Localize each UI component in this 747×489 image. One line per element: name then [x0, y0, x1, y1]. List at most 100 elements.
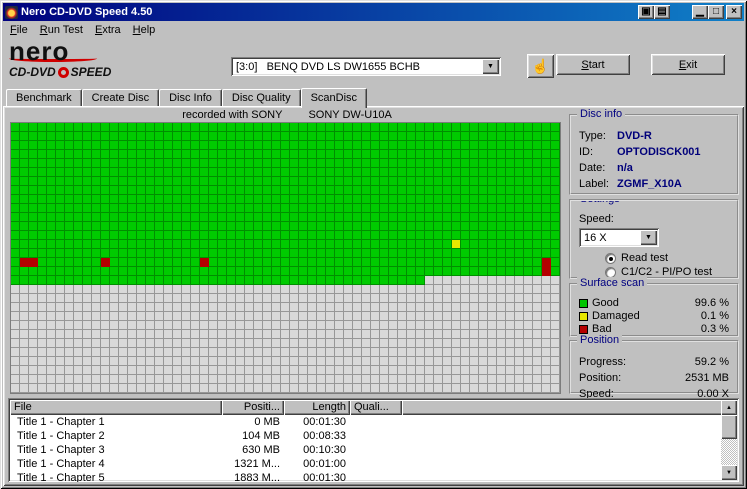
position-label: Position: — [579, 372, 622, 384]
scan-cell — [470, 330, 479, 339]
scrollbar-thumb[interactable] — [721, 415, 737, 439]
scan-cell — [434, 204, 443, 213]
scan-cell — [344, 249, 353, 258]
scan-grid-row — [11, 330, 560, 339]
radio-option-read-test[interactable]: Read test — [577, 251, 731, 265]
scan-cell — [416, 348, 425, 357]
scan-cell — [101, 168, 110, 177]
table-row[interactable]: Title 1 - Chapter 2 104 MB 00:08:33 — [10, 429, 737, 443]
scan-cell — [29, 375, 38, 384]
scan-cell — [407, 294, 416, 303]
table-header-positi[interactable]: Positi... — [222, 400, 284, 415]
scan-cell — [425, 258, 434, 267]
menu-item-run-test[interactable]: Run Test — [34, 23, 89, 37]
scan-cell — [236, 249, 245, 258]
scan-cell — [65, 249, 74, 258]
scan-cell — [533, 375, 542, 384]
scan-grid-row — [11, 267, 560, 276]
scan-cell — [299, 168, 308, 177]
scan-cell — [425, 285, 434, 294]
chevron-down-icon[interactable]: ▼ — [640, 230, 657, 245]
scan-cell — [371, 141, 380, 150]
scan-cell — [344, 123, 353, 132]
eject-button[interactable]: ☝ — [527, 54, 554, 78]
table-header-quali[interactable]: Quali... — [350, 400, 402, 415]
menu-item-help[interactable]: Help — [127, 23, 162, 37]
scan-cell — [272, 339, 281, 348]
scan-cell — [281, 366, 290, 375]
scan-cell — [119, 285, 128, 294]
tab-create-disc[interactable]: Create Disc — [81, 89, 160, 106]
scan-cell — [488, 186, 497, 195]
scan-cell — [407, 231, 416, 240]
scan-cell — [200, 303, 209, 312]
table-row[interactable]: Title 1 - Chapter 10 MB 00:01:30 — [10, 415, 737, 429]
minimize-button[interactable]: ▁ — [692, 5, 708, 19]
table-row[interactable]: Title 1 - Chapter 3 630 MB 00:10:30 — [10, 443, 737, 457]
scan-cell — [407, 348, 416, 357]
scan-cell — [155, 168, 164, 177]
menu-item-file[interactable]: File — [4, 23, 34, 37]
scan-cell — [506, 213, 515, 222]
titlebar-extra-button-2[interactable]: ▤ — [654, 5, 670, 19]
scan-cell — [461, 177, 470, 186]
scan-cell — [353, 132, 362, 141]
speed-select[interactable]: 16 X ▼ — [579, 228, 659, 247]
maximize-button[interactable]: □ — [708, 5, 724, 19]
scan-cell — [380, 168, 389, 177]
table-row[interactable]: Title 1 - Chapter 5 1883 M... 00:01:30 — [10, 471, 737, 482]
scan-cell — [65, 258, 74, 267]
scan-cell — [479, 249, 488, 258]
scan-cell — [335, 249, 344, 258]
tab-disc-quality[interactable]: Disc Quality — [221, 89, 301, 106]
scan-cell — [38, 213, 47, 222]
scan-cell — [551, 348, 560, 357]
scan-cell — [470, 375, 479, 384]
exit-button[interactable]: Exit — [651, 54, 725, 75]
drive-select[interactable]: [3:0] BENQ DVD LS DW1655 BCHB ▼ — [231, 57, 501, 76]
chevron-down-icon[interactable]: ▼ — [482, 59, 499, 74]
scan-cell — [290, 204, 299, 213]
scan-cell — [371, 222, 380, 231]
title-bar[interactable]: Nero CD-DVD Speed 4.50 ▣ ▤ ▁ □ × — [3, 3, 744, 21]
scan-cell — [380, 123, 389, 132]
scan-cell — [488, 195, 497, 204]
scan-cell — [173, 339, 182, 348]
menu-item-extra[interactable]: Extra — [89, 23, 127, 37]
scan-cell — [92, 123, 101, 132]
scan-cell — [371, 267, 380, 276]
scan-cell — [227, 276, 236, 285]
scan-cell — [119, 231, 128, 240]
scan-cell — [137, 303, 146, 312]
tab-disc-info[interactable]: Disc Info — [159, 89, 222, 106]
tab-benchmark[interactable]: Benchmark — [6, 89, 82, 106]
table-header-length[interactable]: Length — [284, 400, 350, 415]
scan-cell — [398, 294, 407, 303]
titlebar-extra-button-1[interactable]: ▣ — [638, 5, 654, 19]
table-header-file[interactable]: File — [10, 400, 222, 415]
scroll-down-icon[interactable]: ▼ — [721, 465, 737, 480]
scroll-up-icon[interactable]: ▲ — [721, 400, 737, 415]
scan-cell — [425, 366, 434, 375]
tab-scandisc[interactable]: ScanDisc — [300, 88, 368, 108]
scan-cell — [416, 366, 425, 375]
scan-cell — [83, 150, 92, 159]
scan-cell — [506, 195, 515, 204]
scan-cell — [308, 150, 317, 159]
start-button[interactable]: Start — [556, 54, 630, 75]
vertical-scrollbar[interactable]: ▲ ▼ — [721, 400, 737, 480]
scan-cell — [56, 186, 65, 195]
scan-cell — [29, 132, 38, 141]
scan-cell — [398, 330, 407, 339]
table-row[interactable]: Title 1 - Chapter 4 1321 M... 00:01:00 — [10, 457, 737, 471]
scan-cell — [434, 303, 443, 312]
scan-cell — [47, 330, 56, 339]
scan-cell — [236, 231, 245, 240]
scan-cell — [218, 330, 227, 339]
scan-cell — [227, 312, 236, 321]
scan-cell — [245, 285, 254, 294]
close-button[interactable]: × — [726, 5, 742, 19]
scan-cell — [101, 177, 110, 186]
scan-cell — [524, 141, 533, 150]
scan-cell — [254, 375, 263, 384]
